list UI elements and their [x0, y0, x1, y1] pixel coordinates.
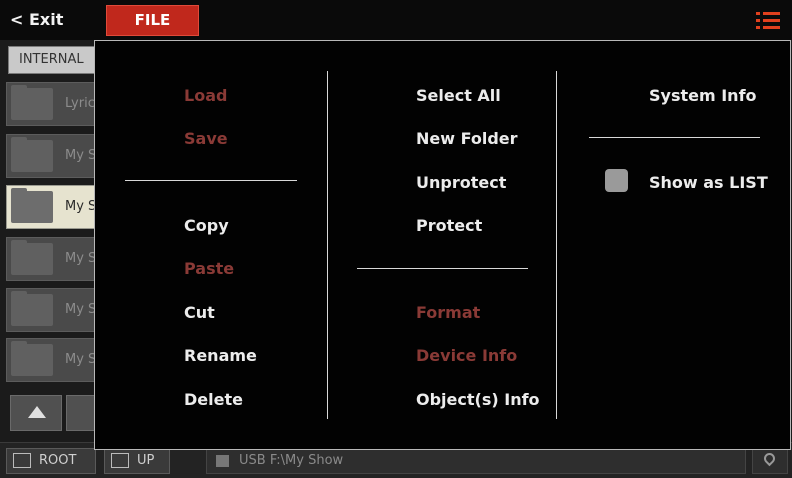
list-item[interactable]: My S — [6, 134, 106, 178]
file-name: My S — [65, 302, 97, 317]
file-name: My S — [65, 148, 97, 163]
list-item[interactable]: My S — [6, 237, 106, 281]
file-name: My S — [65, 199, 97, 214]
root-button[interactable]: ROOT — [6, 448, 96, 474]
storage-tab-internal[interactable]: INTERNAL — [8, 46, 98, 74]
menu-item-paste: Paste — [184, 259, 235, 278]
menu-item-delete[interactable]: Delete — [184, 390, 243, 409]
top-bar: < Exit FILE — [0, 0, 792, 40]
folder-icon — [11, 240, 53, 275]
file-name: Lyric — [65, 96, 95, 111]
up-button[interactable]: UP — [104, 448, 170, 474]
file-tab[interactable]: FILE — [106, 5, 199, 36]
show-as-list-checkbox[interactable] — [605, 169, 628, 192]
menu-item-unprotect[interactable]: Unprotect — [416, 173, 506, 192]
folder-icon — [11, 341, 53, 376]
folder-icon — [11, 188, 53, 223]
show-as-list-label[interactable]: Show as LIST — [649, 173, 768, 192]
scroll-up-button[interactable] — [10, 395, 62, 431]
menu-item-cut[interactable]: Cut — [184, 303, 215, 322]
menu-divider — [125, 180, 297, 181]
menu-item-load: Load — [184, 86, 228, 105]
menu-item-select-all[interactable]: Select All — [416, 86, 501, 105]
list-item[interactable]: Lyric — [6, 82, 106, 126]
home-icon — [13, 453, 31, 468]
location-pin-button[interactable] — [752, 448, 788, 474]
folder-icon — [11, 291, 53, 326]
exit-button[interactable]: < Exit — [10, 10, 63, 29]
menu-item-new-folder[interactable]: New Folder — [416, 129, 518, 148]
location-pin-icon — [761, 450, 778, 467]
menu-item-save: Save — [184, 129, 228, 148]
list-item[interactable]: My S — [6, 288, 106, 332]
path-display: USB F:\My Show — [206, 448, 746, 474]
root-label: ROOT — [39, 453, 77, 468]
path-text: USB F:\My Show — [239, 453, 344, 468]
file-name: My S — [65, 251, 97, 266]
menu-column-divider — [327, 71, 328, 419]
menu-item-copy[interactable]: Copy — [184, 216, 229, 235]
list-menu-icon[interactable] — [756, 12, 780, 30]
drive-icon — [216, 455, 229, 467]
menu-item-protect[interactable]: Protect — [416, 216, 482, 235]
menu-divider — [357, 268, 528, 269]
file-name: My S — [65, 352, 97, 367]
up-arrow-icon — [111, 453, 129, 468]
up-label: UP — [137, 453, 155, 468]
menu-item-device-info: Device Info — [416, 346, 518, 365]
menu-divider — [589, 137, 760, 138]
file-menu-panel: Load Save Copy Paste Cut Rename Delete S… — [94, 40, 791, 450]
list-item[interactable]: My S — [6, 338, 106, 382]
folder-icon — [11, 85, 53, 120]
menu-item-format: Format — [416, 303, 481, 322]
menu-column-divider — [556, 71, 557, 419]
menu-item-objects-info[interactable]: Object(s) Info — [416, 390, 540, 409]
menu-item-system-info[interactable]: System Info — [649, 86, 757, 105]
menu-item-rename[interactable]: Rename — [184, 346, 257, 365]
scroll-down-button[interactable] — [66, 395, 96, 431]
folder-icon — [11, 137, 53, 172]
list-item-selected[interactable]: My S — [6, 185, 106, 229]
